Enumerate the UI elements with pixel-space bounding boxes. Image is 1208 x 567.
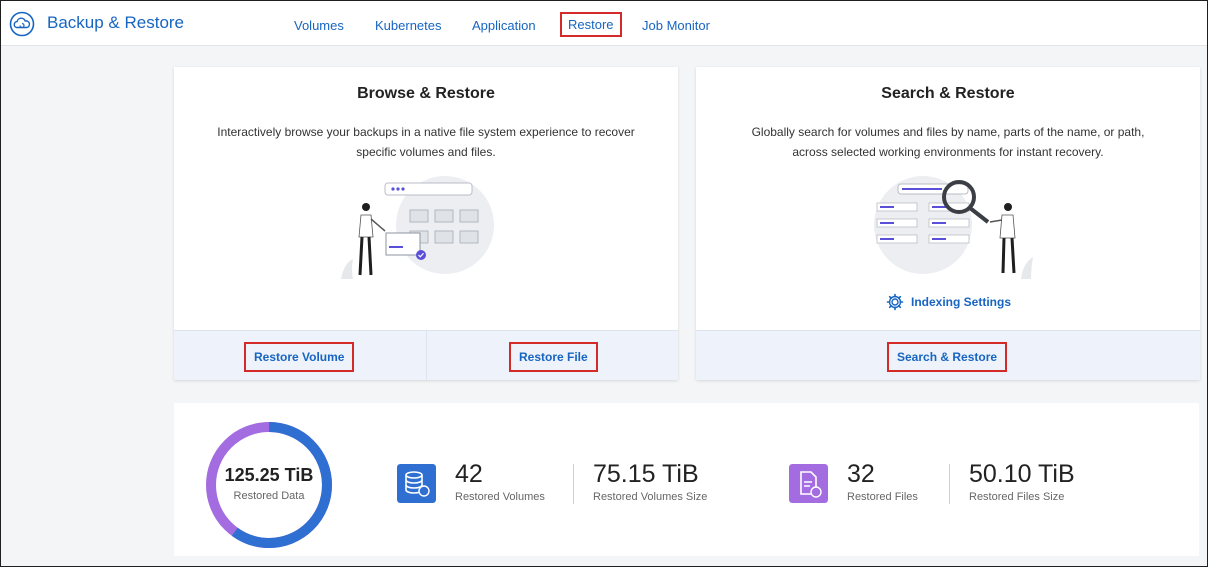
restored-files-label: Restored Files	[847, 491, 918, 503]
restored-files-size-label: Restored Files Size	[969, 491, 1065, 503]
search-restore-card: Search & Restore Globally search for vol…	[696, 67, 1200, 380]
indexing-settings-link[interactable]: Indexing Settings	[886, 293, 1011, 311]
stat-divider	[573, 464, 574, 504]
search-files-illustration	[874, 176, 1033, 279]
restore-volume-button[interactable]: Restore Volume	[244, 342, 355, 372]
search-restore-description: Globally search for volumes and files by…	[751, 125, 1145, 159]
tab-job-monitor[interactable]: Job Monitor	[642, 18, 710, 33]
tab-application[interactable]: Application	[472, 18, 536, 33]
restored-volumes-size: 75.15 TiB	[593, 460, 699, 488]
restored-volumes-count: 42	[455, 460, 483, 488]
indexing-settings-label: Indexing Settings	[911, 295, 1012, 309]
restore-file-button[interactable]: Restore File	[509, 342, 598, 372]
search-restore-title: Search & Restore	[881, 85, 1015, 102]
restored-volumes-size-label: Restored Volumes Size	[593, 491, 708, 503]
stat-divider	[949, 464, 950, 504]
restored-data-total: 125.25 TiB	[224, 465, 314, 485]
browse-files-illustration	[341, 176, 494, 279]
browse-restore-title: Browse & Restore	[357, 85, 495, 102]
tab-restore[interactable]: Restore	[560, 12, 622, 37]
top-bar: Backup & Restore Volumes Kubernetes Appl…	[1, 1, 1207, 46]
restored-data-label: Restored Data	[233, 490, 305, 502]
tab-volumes[interactable]: Volumes	[294, 18, 344, 33]
browse-restore-card: Browse & Restore Interactively browse yo…	[174, 67, 678, 381]
volume-database-icon	[397, 464, 436, 503]
restored-file-icon	[789, 464, 828, 503]
gear-icon	[886, 293, 904, 311]
restored-files-size: 50.10 TiB	[969, 460, 1075, 488]
search-restore-actions: Search & Restore	[696, 330, 1200, 380]
restore-stats-panel: 125.25 TiB Restored Data 42 Restored Vol…	[174, 403, 1199, 556]
footer-divider	[426, 331, 427, 381]
tab-kubernetes[interactable]: Kubernetes	[375, 18, 442, 33]
search-restore-button[interactable]: Search & Restore	[887, 342, 1008, 372]
restored-volumes-label: Restored Volumes	[455, 491, 545, 503]
app-title: Backup & Restore	[47, 13, 185, 32]
browse-restore-actions: Restore Volume Restore File	[174, 330, 678, 381]
cloud-refresh-icon	[9, 11, 35, 37]
browse-restore-description: Interactively browse your backups in a n…	[217, 125, 635, 159]
restored-files-count: 32	[847, 460, 875, 488]
